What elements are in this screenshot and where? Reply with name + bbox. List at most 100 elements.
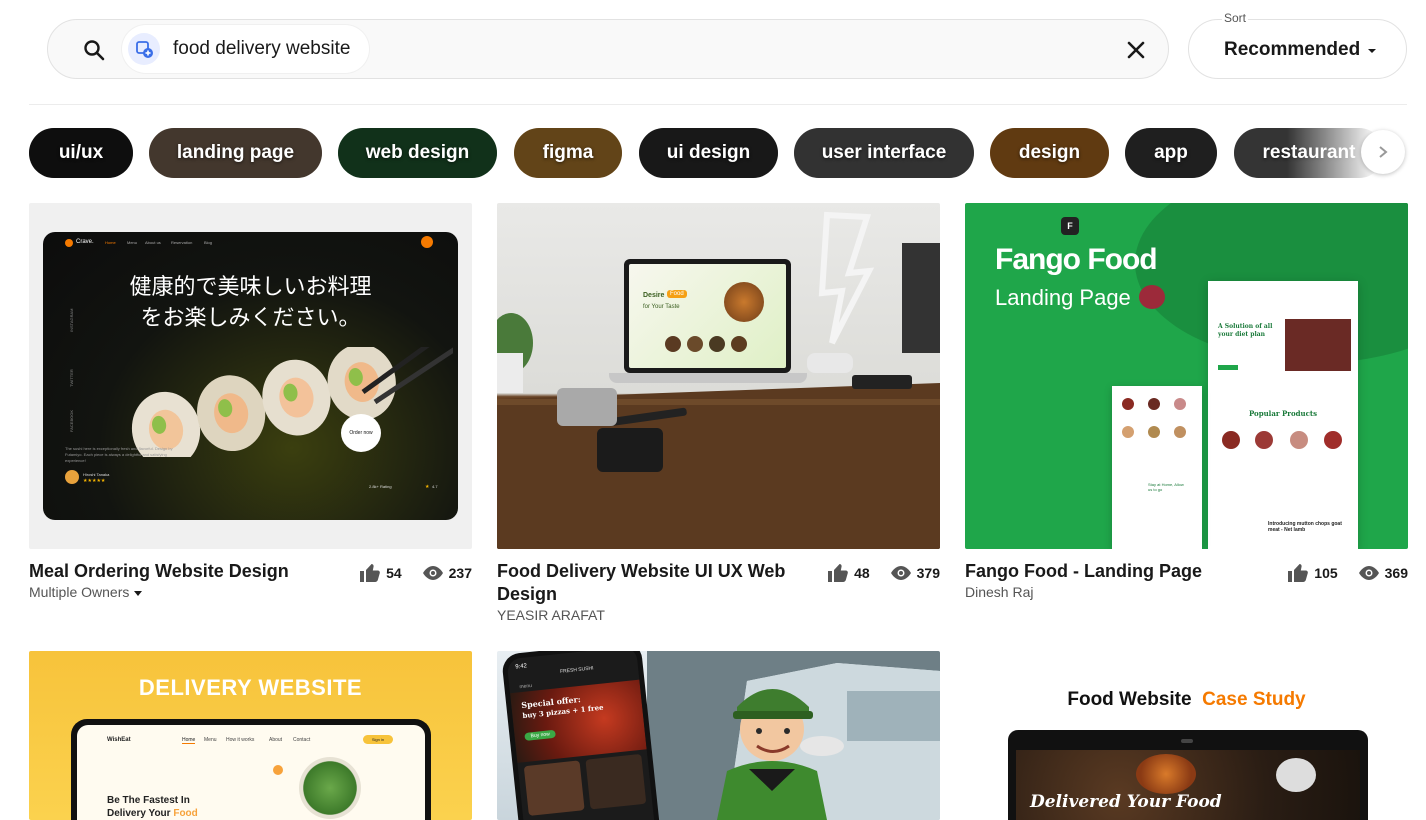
search-bar[interactable]: food delivery website (47, 19, 1169, 79)
mock-subheadline: Landing Page (995, 285, 1131, 310)
tag-pill[interactable]: web design (338, 128, 497, 178)
project-owner[interactable]: Dinesh Raj (965, 584, 1033, 600)
project-thumbnail[interactable]: Crave. Home Menu About us Reservation Bl… (29, 203, 472, 549)
mock-headline: Food Website Case Study (965, 689, 1408, 711)
mock-headline: 健康的で美味しいお料理 をお楽しみください。 (43, 272, 458, 334)
star-icon: ★ (425, 484, 430, 490)
dish-thumbnail (731, 336, 747, 352)
project-thumbnail[interactable]: Food Website Case Study Delivered Your F… (965, 651, 1408, 820)
mock-screen-word: Food (667, 290, 687, 298)
mock-headline-accent: Case Study (1202, 689, 1306, 710)
sort-dropdown[interactable]: Recommended (1188, 19, 1407, 79)
project-card[interactable]: 9:42 FRESH SUSHI menu Special offer: buy… (497, 651, 940, 820)
mock-side-link: INSTAGRAM (69, 308, 74, 332)
owner-name: Multiple Owners (29, 584, 130, 600)
mock-nav-item: Home (182, 737, 196, 744)
view-count: 369 (1384, 565, 1408, 581)
mock-nav-item: Menu (204, 737, 217, 743)
mock-headline-line: 健康的で美味しいお料理 (129, 275, 372, 300)
mock-nav-item: Home (105, 240, 116, 245)
dish-thumbnail (665, 336, 681, 352)
mock-laptop: Delivered Your Food (1008, 730, 1368, 820)
mock-side-link: FACEBOOK (69, 409, 74, 432)
project-title[interactable]: Meal Ordering Website Design (29, 560, 349, 583)
mock-headline: Fango Food (995, 243, 1158, 276)
project-thumbnail[interactable]: DELIVERY WEBSITE WishEat Home Menu How i… (29, 651, 472, 820)
laptop-base (609, 373, 807, 383)
mock-phone-screen: 9:42 FRESH SUSHI menu Special offer: buy… (506, 651, 656, 820)
product-thumbnail (1122, 398, 1134, 410)
search-icon[interactable] (82, 38, 106, 62)
product-thumbnail (1148, 426, 1160, 438)
tag-label: app (1154, 142, 1188, 163)
burger-image (724, 282, 764, 322)
tag-label: landing page (176, 142, 295, 163)
mock-screen-sub: for Your Taste (643, 304, 680, 310)
eye-icon (422, 566, 443, 580)
mock-screen-title: Desire (643, 292, 665, 299)
project-owner[interactable]: YEASIR ARAFAT (497, 607, 605, 623)
tag-pill[interactable]: app (1125, 128, 1217, 178)
view-count: 237 (448, 565, 472, 581)
product-thumbnail (1148, 398, 1160, 410)
product-thumbnail (1222, 431, 1240, 449)
search-filter-icon (128, 33, 160, 65)
laptop-screen-content: Desire Food for Your Taste (629, 264, 786, 368)
food-image (1136, 754, 1196, 794)
mock-brand: WishEat (107, 737, 131, 743)
tags-next-button[interactable] (1361, 130, 1405, 174)
star-rating-icon: ★★★★★ (83, 478, 106, 484)
tag-pill[interactable]: ui/ux (29, 128, 133, 178)
sort-value: Recommended (1224, 39, 1361, 60)
mock-nav-item: Menu (127, 240, 138, 245)
close-icon[interactable] (1124, 38, 1148, 62)
tag-label: ui/ux (58, 142, 104, 163)
mock-nav-item: About us (145, 240, 161, 245)
project-card[interactable]: DELIVERY WEBSITE WishEat Home Menu How i… (29, 651, 472, 820)
project-title[interactable]: Fango Food - Landing Page (965, 560, 1265, 583)
tag-pill[interactable]: figma (514, 128, 622, 178)
tag-pill[interactable]: landing page (149, 128, 322, 178)
thumbs-up-icon (360, 564, 380, 582)
project-thumbnail[interactable]: Desire Food for Your Taste (497, 203, 940, 549)
dish-thumbnail (687, 336, 703, 352)
project-card[interactable]: Crave. Home Menu About us Reservation Bl… (29, 203, 472, 623)
pizza-image (510, 679, 647, 763)
tag-pill[interactable]: design (990, 128, 1109, 178)
mock-nav-item: Contact (293, 737, 311, 743)
tag-pill[interactable]: user interface (794, 128, 974, 178)
rating-count: 2.8k+ Rating (369, 484, 392, 489)
meat-photo (1285, 319, 1351, 371)
mock-menu-label: menu (519, 682, 533, 691)
project-card[interactable]: Desire Food for Your Taste Food Delivery… (497, 203, 940, 623)
product-thumbnail (1290, 431, 1308, 449)
mock-phone: 9:42 FRESH SUSHI menu Special offer: buy… (501, 651, 662, 820)
food-thumbnail (523, 760, 585, 816)
search-query-text: food delivery website (173, 38, 351, 59)
mock-laptop-screen: Delivered Your Food (1016, 750, 1360, 820)
project-thumbnail[interactable]: F Fango Food Landing Page A Solution of … (965, 203, 1408, 549)
search-query-chip[interactable]: food delivery website (122, 25, 370, 73)
sushi-illustration (131, 347, 453, 457)
project-owner[interactable]: Multiple Owners (29, 584, 143, 600)
project-stats: 105 369 (1287, 563, 1408, 583)
tag-pill[interactable]: ui design (639, 128, 778, 178)
project-thumbnail[interactable]: 9:42 FRESH SUSHI menu Special offer: buy… (497, 651, 940, 820)
laptop-screen: Desire Food for Your Taste (624, 259, 791, 373)
product-thumbnail (1174, 398, 1186, 410)
project-stats: 48 379 (827, 563, 940, 583)
mock-page-large: A Solution of all your diet plan Popular… (1208, 281, 1358, 549)
mock-tagline: Delivered Your Food (1030, 792, 1222, 812)
decorative-dot (273, 765, 283, 775)
food-image (1276, 758, 1316, 792)
tag-label: user interface (821, 142, 947, 163)
project-card[interactable]: F Fango Food Landing Page A Solution of … (965, 203, 1408, 623)
chevron-down-icon (1368, 49, 1376, 53)
project-card[interactable]: Food Website Case Study Delivered Your F… (965, 651, 1408, 820)
mock-screen: Crave. Home Menu About us Reservation Bl… (43, 232, 458, 520)
related-tags: ui/ux landing page web design figma ui d… (29, 128, 1407, 178)
mock-nav-item: Blog (204, 240, 213, 245)
project-title[interactable]: Food Delivery Website UI UX Web Design (497, 560, 807, 606)
like-count: 105 (1314, 565, 1338, 581)
mock-hero-accent: Food (173, 808, 198, 819)
